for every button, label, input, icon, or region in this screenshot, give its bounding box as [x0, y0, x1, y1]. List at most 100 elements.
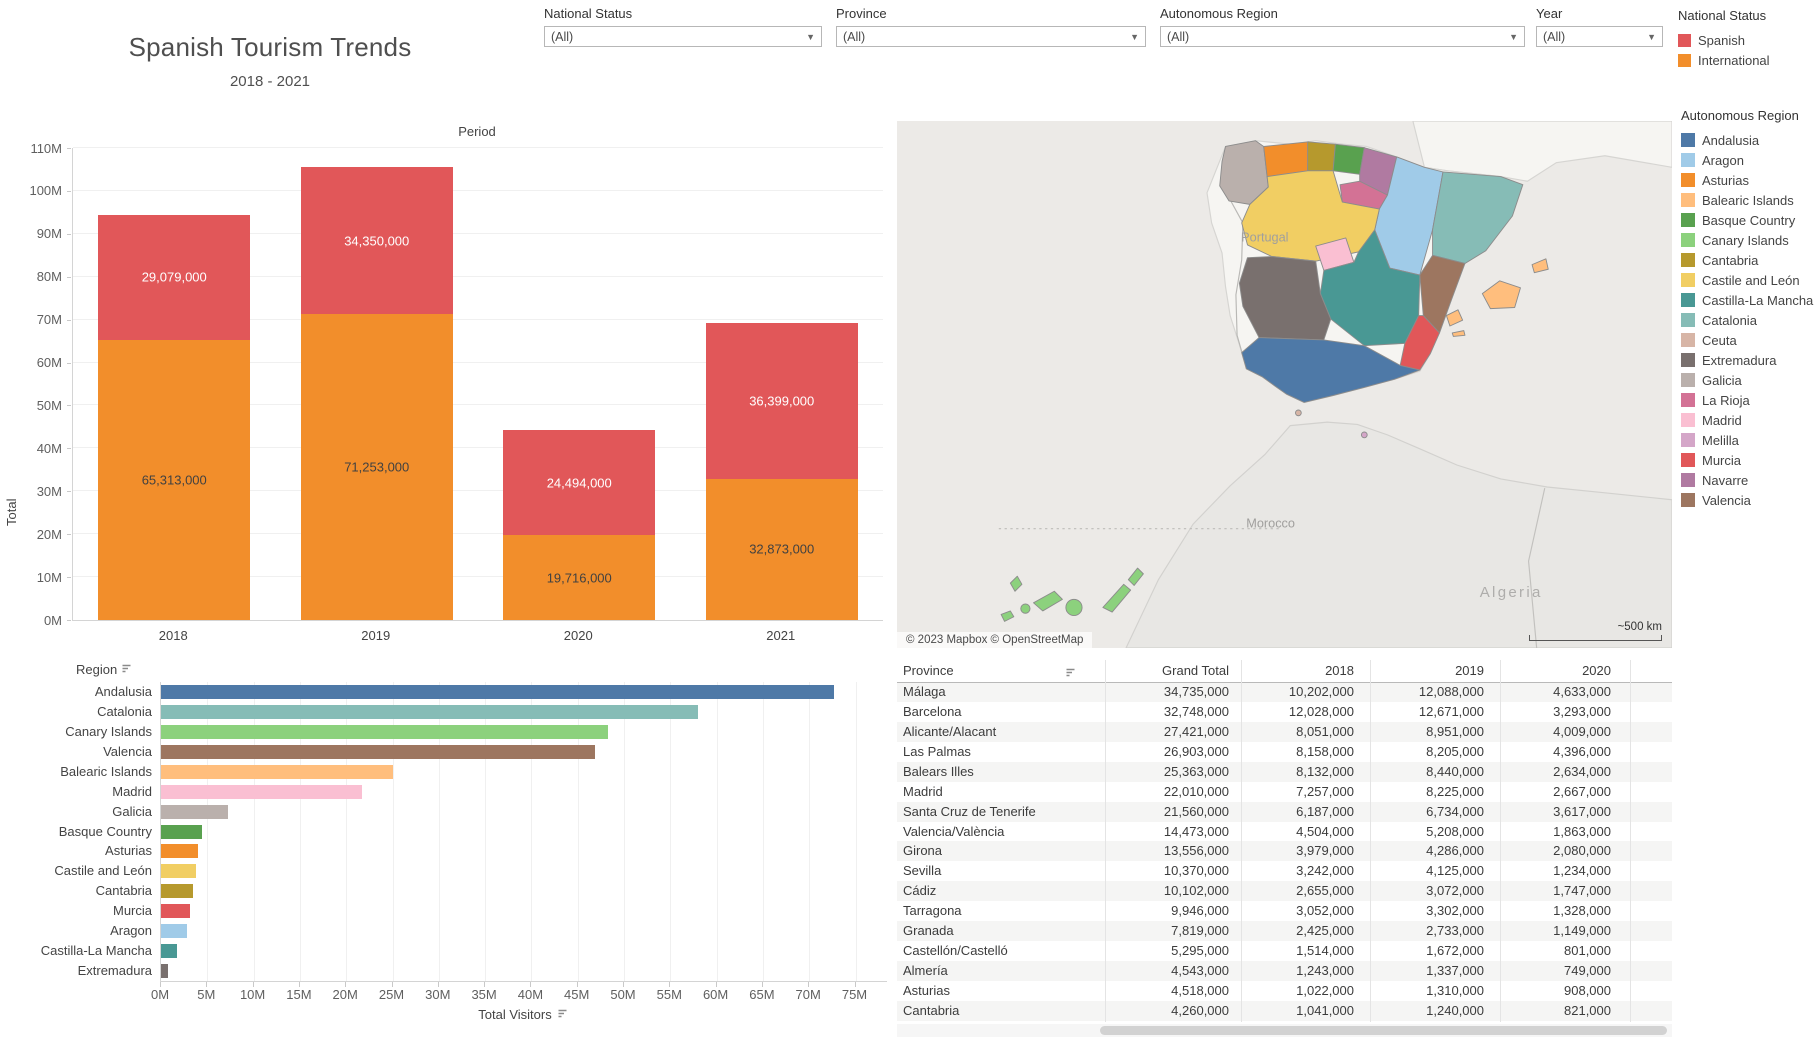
- sort-icon[interactable]: [121, 662, 132, 677]
- legend-item-castilla-la-mancha[interactable]: Castilla-La Mancha: [1681, 290, 1815, 310]
- table-cell[interactable]: 1,514,000: [1241, 941, 1370, 961]
- legend-item-spanish[interactable]: Spanish: [1678, 30, 1813, 50]
- legend-item-la-rioja[interactable]: La Rioja: [1681, 390, 1815, 410]
- table-cell[interactable]: 1,310,000: [1370, 981, 1500, 1001]
- table-cell[interactable]: 14,473,000: [1105, 822, 1241, 842]
- table-cell[interactable]: Alicante/Alacant: [903, 722, 1099, 742]
- table-cell[interactable]: 12,671,000: [1370, 702, 1500, 722]
- table-cell[interactable]: 13,556,000: [1105, 841, 1241, 861]
- table-cell[interactable]: Girona: [903, 841, 1099, 861]
- region-bar-castilla-la-mancha[interactable]: [161, 944, 177, 958]
- year-dropdown[interactable]: (All) ▼: [1536, 26, 1663, 47]
- table-cell[interactable]: 8,225,000: [1370, 782, 1500, 802]
- stacked-bar-2020[interactable]: 24,494,00019,716,000: [503, 430, 655, 620]
- table-cell[interactable]: 2,655,000: [1241, 881, 1370, 901]
- table-cell[interactable]: Barcelona: [903, 702, 1099, 722]
- legend-item-murcia[interactable]: Murcia: [1681, 450, 1815, 470]
- x-axis-title-row[interactable]: Total Visitors: [160, 1007, 886, 1022]
- region-bar-canary-islands[interactable]: [161, 725, 608, 739]
- table-cell[interactable]: 10,370,000: [1105, 861, 1241, 881]
- bar-segment-spanish[interactable]: 24,494,000: [503, 430, 655, 535]
- table-cell[interactable]: 25,363,000: [1105, 762, 1241, 782]
- table-cell[interactable]: 1,747,000: [1500, 881, 1630, 901]
- table-cell[interactable]: 801,000: [1500, 941, 1630, 961]
- scrollbar-thumb[interactable]: [1100, 1026, 1667, 1035]
- table-cell[interactable]: 4,260,000: [1105, 1001, 1241, 1021]
- legend-item-balearic-islands[interactable]: Balearic Islands: [1681, 190, 1815, 210]
- horizontal-scrollbar[interactable]: [897, 1024, 1672, 1037]
- table-cell[interactable]: 34,735,000: [1105, 682, 1241, 702]
- map-region-la-gomera[interactable]: [1021, 604, 1030, 613]
- table-cell[interactable]: 3,072,000: [1370, 881, 1500, 901]
- table-cell[interactable]: 27,421,000: [1105, 722, 1241, 742]
- table-cell[interactable]: 4,518,000: [1105, 981, 1241, 1001]
- table-cell[interactable]: 6,187,000: [1241, 802, 1370, 822]
- map-attribution[interactable]: © 2023 Mapbox © OpenStreetMap: [897, 632, 1092, 648]
- table-cell[interactable]: 821,000: [1500, 1001, 1630, 1021]
- region-bar-balearic-islands[interactable]: [161, 765, 393, 779]
- province-dropdown[interactable]: (All) ▼: [836, 26, 1146, 47]
- table-cell[interactable]: 5,295,000: [1105, 941, 1241, 961]
- map-region-ibiza[interactable]: [1446, 310, 1462, 326]
- legend-item-castile-and-le-n[interactable]: Castile and León: [1681, 270, 1815, 290]
- region-sort-header[interactable]: Region: [76, 662, 132, 677]
- table-cell[interactable]: Asturias: [903, 981, 1099, 1001]
- legend-item-canary-islands[interactable]: Canary Islands: [1681, 230, 1815, 250]
- legend-item-valencia[interactable]: Valencia: [1681, 490, 1815, 510]
- map-region-fuerteventura[interactable]: [1103, 584, 1131, 612]
- table-cell[interactable]: Málaga: [903, 682, 1099, 702]
- table-cell[interactable]: 1,863,000: [1500, 822, 1630, 842]
- sort-icon[interactable]: [557, 1007, 568, 1022]
- table-cell[interactable]: 12,028,000: [1241, 702, 1370, 722]
- table-cell[interactable]: 8,205,000: [1370, 742, 1500, 762]
- table-cell[interactable]: 1,041,000: [1241, 1001, 1370, 1021]
- region-bar-madrid[interactable]: [161, 785, 362, 799]
- region-bar-basque-country[interactable]: [161, 825, 202, 839]
- table-cell[interactable]: Las Palmas: [903, 742, 1099, 762]
- table-cell[interactable]: Cantabria: [903, 1001, 1099, 1021]
- map-region-melilla[interactable]: [1361, 432, 1367, 438]
- bar-segment-spanish[interactable]: 29,079,000: [98, 215, 250, 340]
- legend-item-andalusia[interactable]: Andalusia: [1681, 130, 1815, 150]
- stacked-bar-2018[interactable]: 29,079,00065,313,000: [98, 215, 250, 620]
- table-cell[interactable]: 4,009,000: [1500, 722, 1630, 742]
- bar-segment-international[interactable]: 71,253,000: [301, 314, 453, 620]
- region-bar-castile-and-le-n[interactable]: [161, 864, 196, 878]
- table-cell[interactable]: 32,748,000: [1105, 702, 1241, 722]
- autonomous-region-dropdown[interactable]: (All) ▼: [1160, 26, 1525, 47]
- table-cell[interactable]: 3,293,000: [1500, 702, 1630, 722]
- table-cell[interactable]: Tarragona: [903, 901, 1099, 921]
- table-cell[interactable]: 8,051,000: [1241, 722, 1370, 742]
- bar-segment-spanish[interactable]: 34,350,000: [301, 167, 453, 314]
- column-header-2019[interactable]: 2019: [1370, 660, 1500, 682]
- table-cell[interactable]: 8,440,000: [1370, 762, 1500, 782]
- table-cell[interactable]: 8,158,000: [1241, 742, 1370, 762]
- table-cell[interactable]: 5,208,000: [1370, 822, 1500, 842]
- map-region-tenerife[interactable]: [1033, 591, 1062, 611]
- table-cell[interactable]: 21,560,000: [1105, 802, 1241, 822]
- table-cell[interactable]: 1,243,000: [1241, 961, 1370, 981]
- table-cell[interactable]: 3,052,000: [1241, 901, 1370, 921]
- map-region-formentera[interactable]: [1452, 331, 1465, 337]
- legend-item-cantabria[interactable]: Cantabria: [1681, 250, 1815, 270]
- table-cell[interactable]: 2,634,000: [1500, 762, 1630, 782]
- table-cell[interactable]: Almería: [903, 961, 1099, 981]
- table-cell[interactable]: 4,543,000: [1105, 961, 1241, 981]
- table-cell[interactable]: 3,302,000: [1370, 901, 1500, 921]
- map-region-mallorca[interactable]: [1482, 281, 1520, 309]
- map-region-la-palma[interactable]: [1010, 576, 1022, 591]
- table-cell[interactable]: 2,080,000: [1500, 841, 1630, 861]
- table-cell[interactable]: 10,202,000: [1241, 682, 1370, 702]
- table-cell[interactable]: 6,734,000: [1370, 802, 1500, 822]
- legend-item-aragon[interactable]: Aragon: [1681, 150, 1815, 170]
- stacked-bar-2021[interactable]: 36,399,00032,873,000: [706, 323, 858, 620]
- table-cell[interactable]: 4,396,000: [1500, 742, 1630, 762]
- table-cell[interactable]: 2,733,000: [1370, 921, 1500, 941]
- table-cell[interactable]: 1,328,000: [1500, 901, 1630, 921]
- region-bar-galicia[interactable]: [161, 805, 228, 819]
- table-cell[interactable]: 908,000: [1500, 981, 1630, 1001]
- region-bar-valencia[interactable]: [161, 745, 595, 759]
- table-cell[interactable]: 10,102,000: [1105, 881, 1241, 901]
- table-cell[interactable]: 4,125,000: [1370, 861, 1500, 881]
- legend-item-basque-country[interactable]: Basque Country: [1681, 210, 1815, 230]
